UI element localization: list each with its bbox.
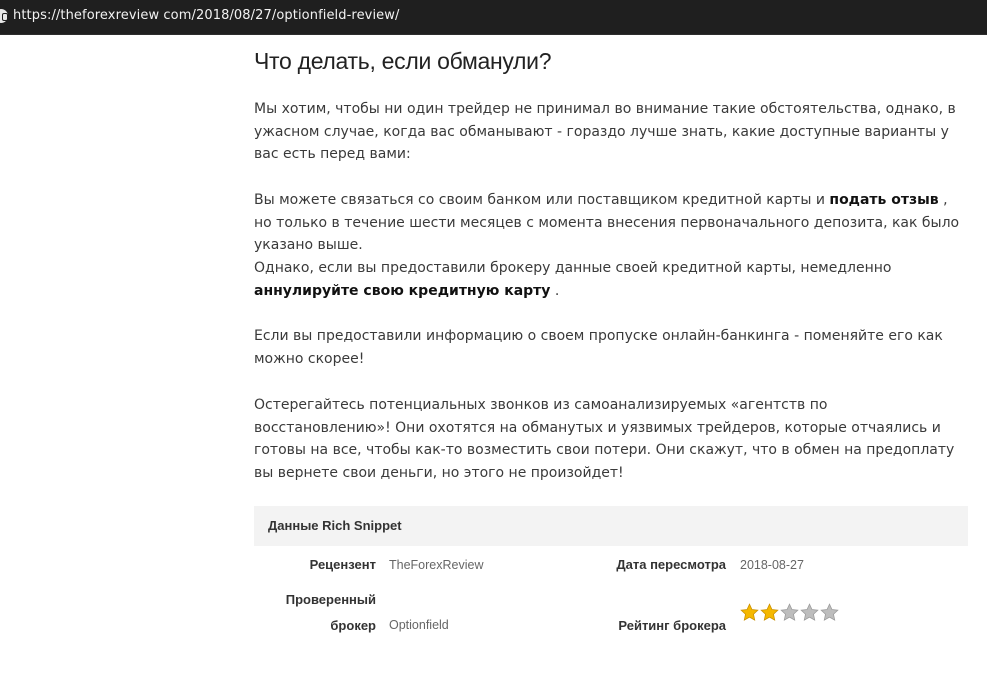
rich-snippet-title: Данные Rich Snippet: [268, 518, 402, 533]
rating-label: Рейтинг брокера: [618, 618, 726, 633]
review-date-value: 2018-08-27: [740, 558, 804, 572]
star-filled-icon: [760, 603, 779, 621]
broker-label-line2: брокер: [330, 618, 376, 633]
text-segment: Вы можете связаться со своим банком или …: [254, 192, 830, 208]
url-text[interactable]: https://theforexreview com/2018/08/27/op…: [13, 8, 399, 23]
paragraph-card: Однако, если вы предоставили брокеру дан…: [254, 257, 966, 302]
paragraph-online-banking: Если вы предоставили информацию о своем …: [254, 328, 943, 367]
star-empty-icon: [820, 603, 839, 621]
review-date-label: Дата пересмотра: [616, 557, 726, 572]
star-rating: [740, 603, 839, 622]
site-info-icon[interactable]: [0, 9, 8, 23]
reviewer-value: TheForexReview: [389, 558, 484, 572]
star-empty-icon: [780, 603, 799, 621]
paragraph-intro: Мы хотим, чтобы ни один трейдер не прини…: [254, 101, 956, 162]
text-segment: Однако, если вы предоставили брокеру дан…: [254, 260, 892, 276]
bold-text-chargeback: подать отзыв: [829, 192, 939, 208]
reviewer-label: Рецензент: [309, 557, 376, 572]
star-empty-icon: [800, 603, 819, 621]
bold-text-cancel-card: аннулируйте свою кредитную карту: [254, 282, 551, 299]
broker-value: Optionfield: [389, 618, 449, 632]
address-bar[interactable]: https://theforexreview com/2018/08/27/op…: [0, 0, 987, 35]
star-filled-icon: [740, 603, 759, 621]
paragraph-bank: Вы можете связаться со своим банком или …: [254, 189, 966, 257]
text-segment: .: [550, 282, 560, 299]
broker-label-line1: Проверенный: [285, 592, 376, 607]
paragraph-recovery-warning: Остерегайтесь потенциальных звонков из с…: [254, 397, 955, 481]
page-title: Что делать, если обманули?: [254, 48, 552, 74]
rich-snippet-header: Данные Rich Snippet: [254, 506, 968, 546]
